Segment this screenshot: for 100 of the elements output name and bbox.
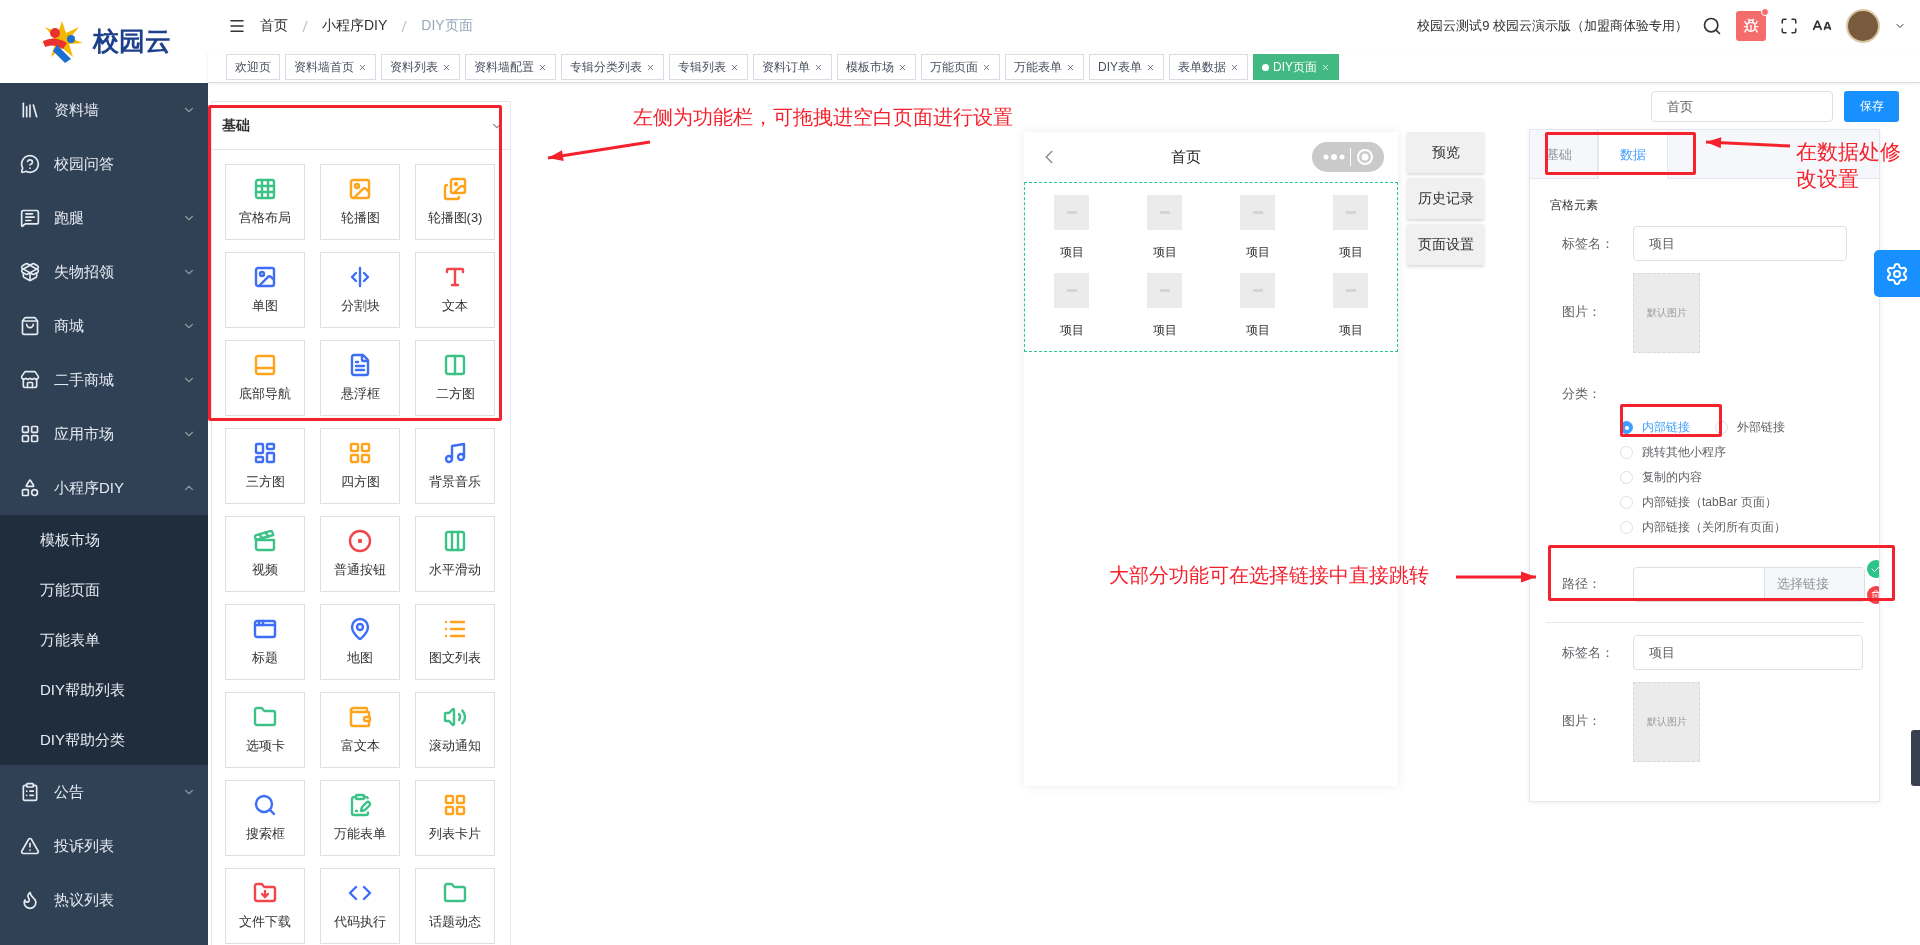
component-tile[interactable]: 文件下载 [225,868,305,944]
label-input[interactable]: 项目 [1633,635,1863,670]
close-icon[interactable] [358,62,367,72]
grid-item-label: 项目 [1059,322,1084,339]
page-tab[interactable]: 万能页面 [921,54,1000,80]
avatar[interactable] [1846,9,1880,43]
component-tile[interactable]: 轮播图 [320,164,400,240]
field-label: 分类： [1562,385,1602,403]
radio-option[interactable]: 外部链接 [1715,419,1785,436]
page-tab[interactable]: 资料订单 [753,54,832,80]
page-name-input[interactable]: 首页 [1651,91,1833,122]
settings-icon[interactable] [1874,250,1920,297]
sidebar-item[interactable]: 二手商城 [0,353,208,407]
component-tile[interactable]: 话题动态 [415,868,495,944]
action-button[interactable]: 页面设置 [1407,224,1484,265]
sidebar-item[interactable]: 校园问答 [0,137,208,191]
page-tab[interactable]: 万能表单 [1005,54,1084,80]
component-tile[interactable]: 列表卡片 [415,780,495,856]
page-tab[interactable]: 表单数据 [1169,54,1248,80]
component-tile[interactable]: 地图 [320,604,400,680]
page-tab[interactable]: 专辑列表 [669,54,748,80]
action-button[interactable]: 预览 [1407,132,1484,173]
sidebar-item[interactable]: 应用市场 [0,407,208,461]
component-tile[interactable]: 轮播图(3) [415,164,495,240]
close-icon[interactable] [442,62,451,72]
bug-button[interactable] [1736,11,1766,41]
store-icon [20,370,40,390]
close-icon[interactable] [814,62,823,72]
close-icon[interactable] [538,62,547,72]
sidebar-subitem[interactable]: DIY帮助列表 [0,665,208,715]
sidebar-subitem[interactable]: 万能页面 [0,565,208,615]
sidebar-subitem[interactable]: 模板市场 [0,515,208,565]
warning-icon [20,836,40,856]
clipboard-icon [20,782,40,802]
component-tile[interactable]: 代码执行 [320,868,400,944]
sidebar-item[interactable]: 小程序DIY [0,461,208,515]
placeholder-text: 默认图片 [1646,306,1687,320]
close-icon[interactable] [1066,62,1075,72]
sidebar-item[interactable]: 跑腿 [0,191,208,245]
component-tile[interactable]: 文本 [415,252,495,328]
component-tile[interactable]: 底部导航 [225,340,305,416]
sidebar-item[interactable]: 公告 [0,765,208,819]
image-placeholder-icon [1240,273,1275,308]
radio-option[interactable]: 内部链接（tabBar 页面） [1620,494,1847,511]
close-icon[interactable] [646,62,655,72]
image-placeholder-icon [1054,195,1089,230]
breadcrumb-link[interactable]: 首页 [260,17,288,35]
component-tile[interactable]: 四方图 [320,428,400,504]
component-tile[interactable]: 选项卡 [225,692,305,768]
component-tile[interactable]: 万能表单 [320,780,400,856]
page-tab[interactable]: 模板市场 [837,54,916,80]
sidebar-item[interactable]: 商城 [0,299,208,353]
component-tile[interactable]: 普通按钮 [320,516,400,592]
component-tile[interactable]: 悬浮框 [320,340,400,416]
component-tile[interactable]: 搜索框 [225,780,305,856]
breadcrumb-link[interactable]: 小程序DIY [322,17,388,35]
component-tile[interactable]: 二方图 [415,340,495,416]
close-icon[interactable] [1230,62,1239,72]
close-icon[interactable] [898,62,907,72]
component-tile[interactable]: 三方图 [225,428,305,504]
image-placeholder-icon [1147,195,1182,230]
flame-icon [20,890,40,910]
sidebar-item[interactable]: 资料墙 [0,83,208,137]
action-button[interactable]: 历史记录 [1407,178,1484,219]
search-icon[interactable] [1702,16,1722,36]
sidebar-subitem[interactable]: 万能表单 [0,615,208,665]
fullscreen-icon[interactable] [1780,17,1798,35]
close-icon[interactable] [730,62,739,72]
component-tile[interactable]: 单图 [225,252,305,328]
sidebar-item[interactable]: 投诉列表 [0,819,208,873]
component-tile[interactable]: 视频 [225,516,305,592]
placeholder-text: 默认图片 [1646,715,1687,729]
menu-icon[interactable] [228,17,246,35]
bug-icon [1743,18,1759,34]
sidebar-item[interactable]: 失物招领 [0,245,208,299]
page-tab[interactable]: 欢迎页 [226,54,280,80]
component-tile[interactable]: 分割块 [320,252,400,328]
page-tab[interactable]: 资料墙首页 [285,54,376,80]
panel-title: 基础 [222,116,250,135]
radio-option[interactable]: 跳转其他小程序 [1620,444,1847,461]
component-tile[interactable]: 滚动通知 [415,692,495,768]
separator-icon [401,19,408,33]
component-tile[interactable]: 宫格布局 [225,164,305,240]
component-tile[interactable]: 水平滑动 [415,516,495,592]
label-input[interactable]: 项目 [1633,226,1847,261]
close-icon[interactable] [1146,62,1155,72]
radio-option[interactable]: 复制的内容 [1620,469,1847,486]
component-tile[interactable]: 背景音乐 [415,428,495,504]
page-tab[interactable]: DIY表单 [1089,54,1164,80]
component-tile[interactable]: 标题 [225,604,305,680]
radio-option[interactable]: 内部链接（关闭所有页面） [1620,519,1847,536]
component-tile[interactable]: 富文本 [320,692,400,768]
page-tab[interactable]: 资料列表 [381,54,460,80]
component-tile[interactable]: 图文列表 [415,604,495,680]
sidebar-subitem[interactable]: DIY帮助分类 [0,715,208,765]
page-tab[interactable]: 专辑分类列表 [561,54,664,80]
page-tab[interactable]: 资料墙配置 [465,54,556,80]
sidebar-item[interactable]: 热议列表 [0,873,208,927]
field-label: 图片： [1562,712,1602,730]
close-icon[interactable] [982,62,991,72]
